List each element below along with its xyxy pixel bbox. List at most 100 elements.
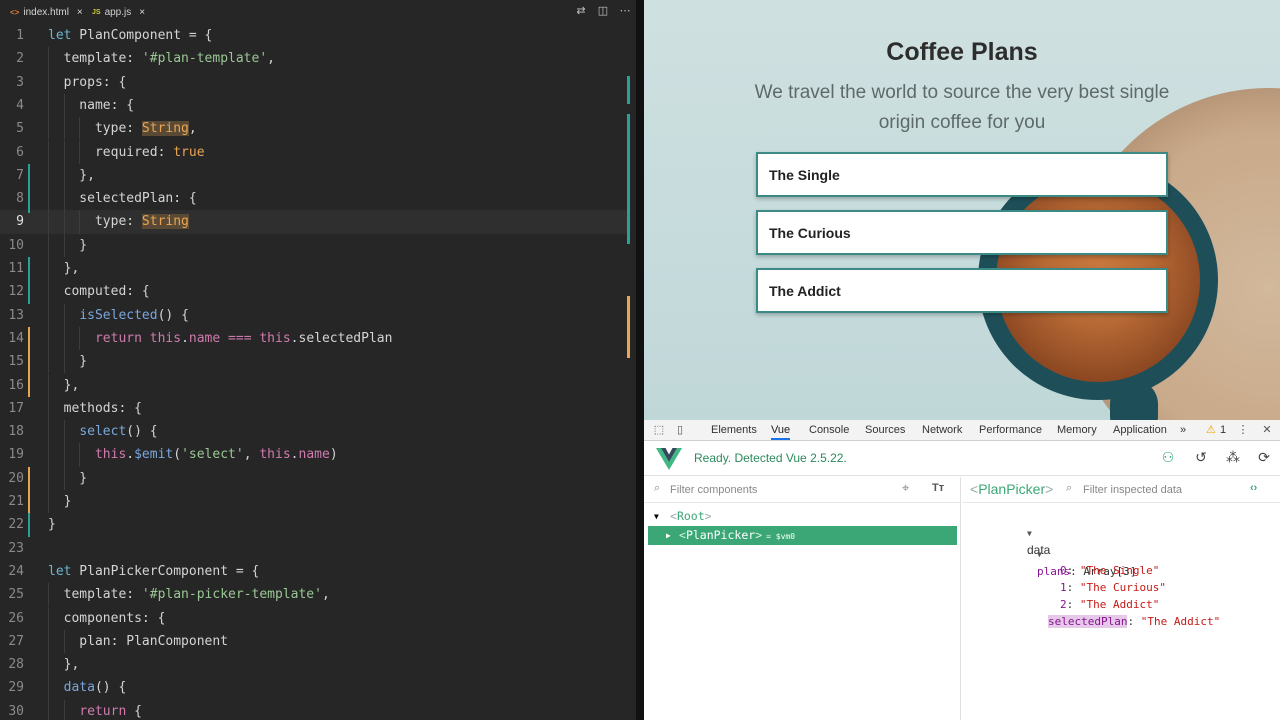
history-icon[interactable]: ↺ (1192, 449, 1210, 467)
line-code: type: String, (48, 121, 197, 137)
code-line[interactable]: 7 }, (0, 163, 630, 188)
line-code: } (48, 470, 88, 486)
code-line[interactable]: 6 required: true (0, 140, 630, 164)
code-line[interactable]: 24 let PlanPickerComponent = { (0, 560, 630, 583)
code-line[interactable]: 23 (0, 537, 630, 560)
code-line[interactable]: 20 } (0, 466, 630, 490)
code-line[interactable]: 19 this.$emit('select', this.name) (0, 443, 630, 467)
tab-memory[interactable]: Memory (1057, 420, 1097, 440)
code-line[interactable]: 14 return this.name === this.selectedPla… (0, 326, 630, 351)
line-number: 11 (8, 261, 24, 276)
format-names-icon[interactable]: Tт (932, 482, 944, 494)
plan-card-addict[interactable]: The Addict (756, 268, 1168, 313)
code-line[interactable]: 13 isSelected() { (0, 303, 630, 327)
split-divider[interactable] (636, 0, 644, 720)
data-row-plan-0[interactable]: 0: "The Single" (1007, 545, 1159, 577)
tab-app-js[interactable]: JS app.js × (92, 0, 145, 24)
code-line[interactable]: 8 selectedPlan: { (0, 187, 630, 211)
inspect-element-icon[interactable]: ⬚ (652, 423, 666, 437)
line-number: 19 (8, 447, 24, 463)
select-component-icon[interactable]: ⌖ (902, 480, 909, 496)
line-code: return this.name === this.selectedPlan (94, 330, 393, 346)
code-line[interactable]: 5 type: String, (0, 117, 630, 141)
data-row-plan-1[interactable]: 1: "The Curious" (1007, 562, 1166, 594)
vue-status-text: Ready. Detected Vue 2.5.22. (694, 451, 847, 465)
code-line[interactable]: 30 return { (0, 699, 630, 720)
line-number: 28 (8, 657, 24, 673)
line-code: }, (48, 261, 80, 276)
line-code: } (48, 237, 88, 253)
inspect-dom-icon[interactable]: ‹› (1250, 482, 1257, 494)
tree-node-planpicker[interactable]: ▶ <PlanPicker> = $vm0 (648, 526, 957, 545)
refresh-icon[interactable]: ⟳ (1255, 449, 1273, 467)
more-actions-icon[interactable]: ⋯ (618, 4, 632, 18)
line-code: }, (48, 377, 80, 393)
line-code: }, (48, 167, 95, 183)
line-number: 18 (8, 424, 24, 440)
code-line[interactable]: 4 name: { (0, 93, 630, 118)
line-code: computed: { (48, 284, 150, 300)
code-line[interactable]: 18 select() { (0, 420, 630, 444)
code-line[interactable]: 16 }, (0, 373, 630, 397)
line-code: } (48, 494, 72, 509)
tab-index-html[interactable]: <> index.html × (10, 0, 83, 24)
data-row-selected-plan[interactable]: selectedPlan: "The Addict" (995, 596, 1220, 628)
close-devtools-icon[interactable]: ✕ (1260, 423, 1274, 437)
inspected-component-name: <PlanPicker> (970, 481, 1054, 497)
collapse-caret-icon[interactable]: ▶ (666, 526, 671, 545)
line-number: 9 (16, 214, 24, 230)
code-line[interactable]: 2 template: '#plan-template', (0, 47, 630, 71)
devtools-panel: ⬚ ▯ Elements Vue Console Sources Network… (644, 420, 1280, 720)
devtools-menu-icon[interactable]: ⋮ (1236, 423, 1250, 437)
code-line[interactable]: 12 computed: { (0, 280, 630, 304)
filter-data-input[interactable]: Filter inspected data (1083, 484, 1182, 496)
code-line[interactable]: 28 }, (0, 653, 630, 677)
code-line[interactable]: 9 type: String (0, 210, 630, 234)
close-icon[interactable]: × (77, 7, 83, 18)
selected-plan-key: selectedPlan (1047, 615, 1128, 628)
expand-caret-icon[interactable]: ▼ (654, 507, 659, 526)
data-section[interactable]: ▼ data (974, 507, 1050, 557)
editor-tab-bar: <> index.html × JS app.js × ⇄ ◫ ⋯ (0, 0, 636, 24)
tab-performance[interactable]: Performance (979, 420, 1042, 440)
line-number: 30 (8, 703, 24, 719)
line-number: 23 (8, 540, 24, 556)
tab-vue[interactable]: Vue (771, 420, 791, 440)
code-line[interactable]: 29 data() { (0, 676, 630, 700)
close-icon[interactable]: × (139, 7, 145, 18)
split-editor-icon[interactable]: ◫ (596, 4, 610, 18)
line-number: 24 (8, 563, 24, 579)
tab-sources[interactable]: Sources (865, 420, 905, 440)
tab-network[interactable]: Network (922, 420, 962, 440)
tab-application[interactable]: Application (1113, 420, 1167, 440)
warning-icon[interactable]: ⚠ (1206, 420, 1216, 440)
more-tabs-icon[interactable]: » (1180, 420, 1186, 440)
code-line[interactable]: 3 props: { (0, 70, 630, 94)
code-line[interactable]: 21 } (0, 490, 630, 514)
code-line[interactable]: 1 let PlanComponent = { (0, 24, 630, 47)
code-editor[interactable]: <> index.html × JS app.js × ⇄ ◫ ⋯ 1 let P… (0, 0, 636, 720)
code-line[interactable]: 26 components: { (0, 606, 630, 630)
code-line[interactable]: 10 } (0, 233, 630, 257)
warning-count[interactable]: 1 (1220, 420, 1226, 440)
line-number: 1 (16, 28, 24, 43)
components-tab-icon[interactable]: ⚇ (1159, 449, 1177, 467)
code-line[interactable]: 27 plan: PlanComponent (0, 629, 630, 654)
filter-components-input[interactable]: Filter components (670, 484, 757, 496)
device-toolbar-icon[interactable]: ▯ (673, 423, 687, 437)
tab-elements[interactable]: Elements (711, 420, 757, 440)
code-line[interactable]: 17 methods: { (0, 396, 630, 421)
browser-page: Coffee Plans We travel the world to sour… (644, 0, 1280, 420)
data-row-plans[interactable]: ▼ plans: Array[3] (984, 528, 1136, 578)
data-row-plan-2[interactable]: 2: "The Addict" (1007, 579, 1159, 611)
code-line[interactable]: 11 }, (0, 257, 630, 281)
code-line[interactable]: 15 } (0, 350, 630, 374)
tab-console[interactable]: Console (809, 420, 849, 440)
vuex-icon[interactable]: ⁂ (1224, 449, 1242, 467)
tree-node-root[interactable]: ▼ <Root> (648, 507, 957, 526)
code-line[interactable]: 25 template: '#plan-picker-template', (0, 583, 630, 607)
code-line[interactable]: 22} (0, 513, 630, 536)
compare-icon[interactable]: ⇄ (574, 4, 588, 18)
plan-card-curious[interactable]: The Curious (756, 210, 1168, 255)
plan-card-single[interactable]: The Single (756, 152, 1168, 197)
